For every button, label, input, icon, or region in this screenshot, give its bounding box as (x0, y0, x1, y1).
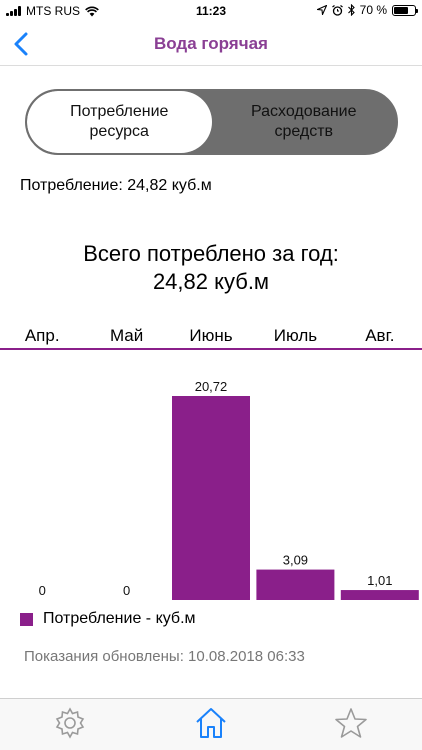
consumption-chart: 0 0 20,72 3,09 1,01 (0, 352, 422, 602)
legend-swatch (20, 612, 33, 626)
month-label[interactable]: Июль (253, 322, 337, 348)
segment-spending[interactable]: Расходование средств (212, 91, 397, 153)
home-icon[interactable] (193, 705, 229, 741)
chart-bar (172, 396, 250, 600)
chart-bar (256, 569, 335, 600)
legend-label: Потребление - куб.м (43, 610, 196, 627)
segment-resource-consumption[interactable]: Потребление ресурса (27, 91, 212, 153)
last-updated: Показания обновлены: 10.08.2018 06:33 (24, 648, 305, 665)
status-right: 70 % (316, 3, 418, 17)
month-label[interactable]: Май (84, 322, 168, 348)
segment-right-label: Расходование средств (250, 103, 357, 140)
alarm-icon (331, 4, 343, 16)
month-label[interactable]: Апр. (0, 322, 84, 348)
bar-value-label: 20,72 (195, 379, 228, 394)
yearly-total-value: 24,82 куб.м (152, 269, 270, 294)
location-arrow-icon (316, 5, 327, 15)
bluetooth-icon (347, 4, 355, 16)
month-label[interactable]: Авг. (338, 322, 422, 348)
segment-left-label: Потребление ресурса (70, 103, 169, 140)
star-icon[interactable] (333, 705, 369, 741)
chart-legend: Потребление - куб.м (20, 610, 196, 628)
bar-value-label: 0 (39, 583, 46, 598)
yearly-total-heading: Всего потреблено за год: (83, 241, 339, 266)
tab-bar (0, 698, 422, 750)
gear-icon[interactable] (52, 705, 88, 741)
bar-value-label: 0 (123, 583, 130, 598)
bar-value-label: 3,09 (283, 553, 308, 568)
chart-bar (340, 590, 419, 600)
page-title: Вода горячая (154, 34, 268, 53)
bar-value-label: 1,01 (367, 573, 392, 588)
month-header: Апр. Май Июнь Июль Авг. (0, 322, 422, 350)
battery-percent: 70 % (359, 3, 387, 17)
bar-chart: 0 0 20,72 3,09 1,01 (39, 379, 419, 600)
segmented-control: Потребление ресурса Расходование средств (25, 89, 398, 155)
status-bar: MTS RUS 11:23 70 % (0, 0, 422, 22)
consumption-summary: Потребление: 24,82 куб.м (20, 177, 212, 194)
nav-bar: Вода горячая (0, 22, 422, 66)
yearly-total: Всего потреблено за год: 24,82 куб.м (0, 240, 422, 296)
month-label[interactable]: Июнь (169, 322, 253, 348)
battery-icon (392, 4, 418, 16)
